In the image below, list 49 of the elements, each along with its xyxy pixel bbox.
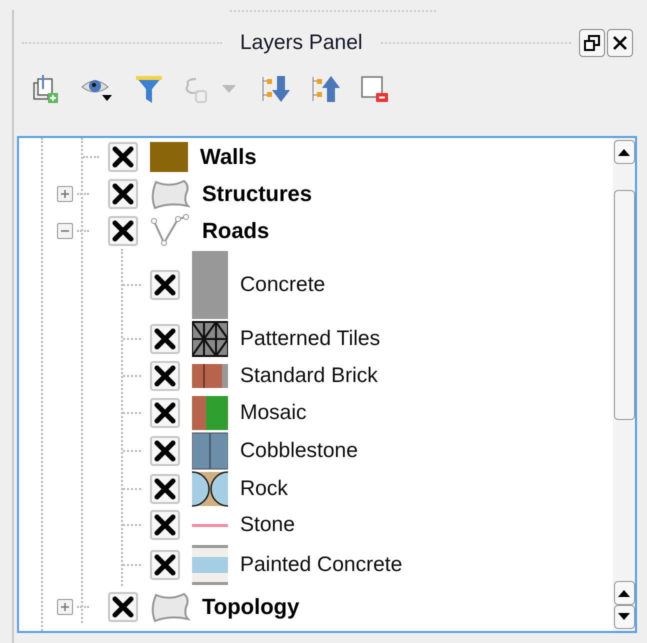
rock-swatch-icon — [192, 470, 228, 506]
layer-checkbox[interactable] — [108, 592, 138, 622]
layer-name[interactable]: Rock — [240, 472, 288, 504]
panel-title: Layers Panel — [240, 30, 363, 56]
layer-name[interactable]: Roads — [202, 214, 270, 247]
layer-name[interactable]: Stone — [240, 509, 295, 541]
layer-checkbox[interactable] — [150, 270, 180, 300]
down-arrow-icon — [618, 613, 630, 621]
layer-name[interactable]: Structures — [202, 177, 312, 210]
layer-name[interactable]: Topology — [202, 590, 300, 623]
scrollbar[interactable] — [613, 138, 635, 631]
layer-name[interactable]: Patterned Tiles — [240, 322, 380, 354]
layer-checkbox[interactable] — [150, 550, 180, 580]
float-icon — [584, 35, 600, 51]
cobblestone-swatch-icon — [192, 432, 228, 470]
up-arrow-icon — [618, 148, 630, 156]
layer-name[interactable]: Mosaic — [240, 396, 307, 428]
collapse-icon[interactable] — [57, 222, 73, 238]
concrete-swatch-icon — [192, 250, 228, 320]
layer-checkbox[interactable] — [108, 178, 138, 208]
line-swatch-icon — [192, 524, 228, 526]
layer-checkbox[interactable] — [108, 216, 138, 246]
scroll-up-button[interactable] — [614, 140, 634, 164]
layer-name[interactable]: Walls — [200, 140, 257, 173]
layer-name[interactable]: Painted Concrete — [240, 548, 402, 580]
layer-checkbox[interactable] — [150, 436, 180, 466]
layer-checkbox[interactable] — [108, 142, 138, 172]
expand-icon[interactable] — [57, 186, 73, 202]
filter-icon[interactable] — [134, 73, 164, 105]
up-arrow-icon — [618, 589, 630, 597]
close-button[interactable] — [606, 29, 633, 57]
layer-checkbox[interactable] — [150, 360, 180, 390]
scroll-thumb[interactable] — [614, 190, 634, 420]
expand-icon[interactable] — [57, 598, 73, 614]
scroll-up-button[interactable] — [614, 581, 634, 605]
layer-name[interactable]: Standard Brick — [240, 360, 378, 392]
scroll-down-button[interactable] — [614, 605, 634, 629]
layer-name[interactable]: Cobblestone — [240, 434, 358, 466]
layer-checkbox[interactable] — [150, 474, 180, 504]
layer-checkbox[interactable] — [150, 398, 180, 428]
vertex-line-icon — [150, 212, 190, 248]
float-button[interactable] — [578, 29, 605, 57]
layer-checkbox[interactable] — [150, 510, 180, 540]
layer-name[interactable]: Concrete — [240, 268, 326, 300]
mosaic-swatch-icon — [192, 394, 228, 430]
tile-pattern-icon — [192, 320, 228, 356]
layer-checkbox[interactable] — [150, 324, 180, 354]
painted-swatch-icon — [192, 544, 228, 586]
close-icon — [612, 35, 628, 51]
